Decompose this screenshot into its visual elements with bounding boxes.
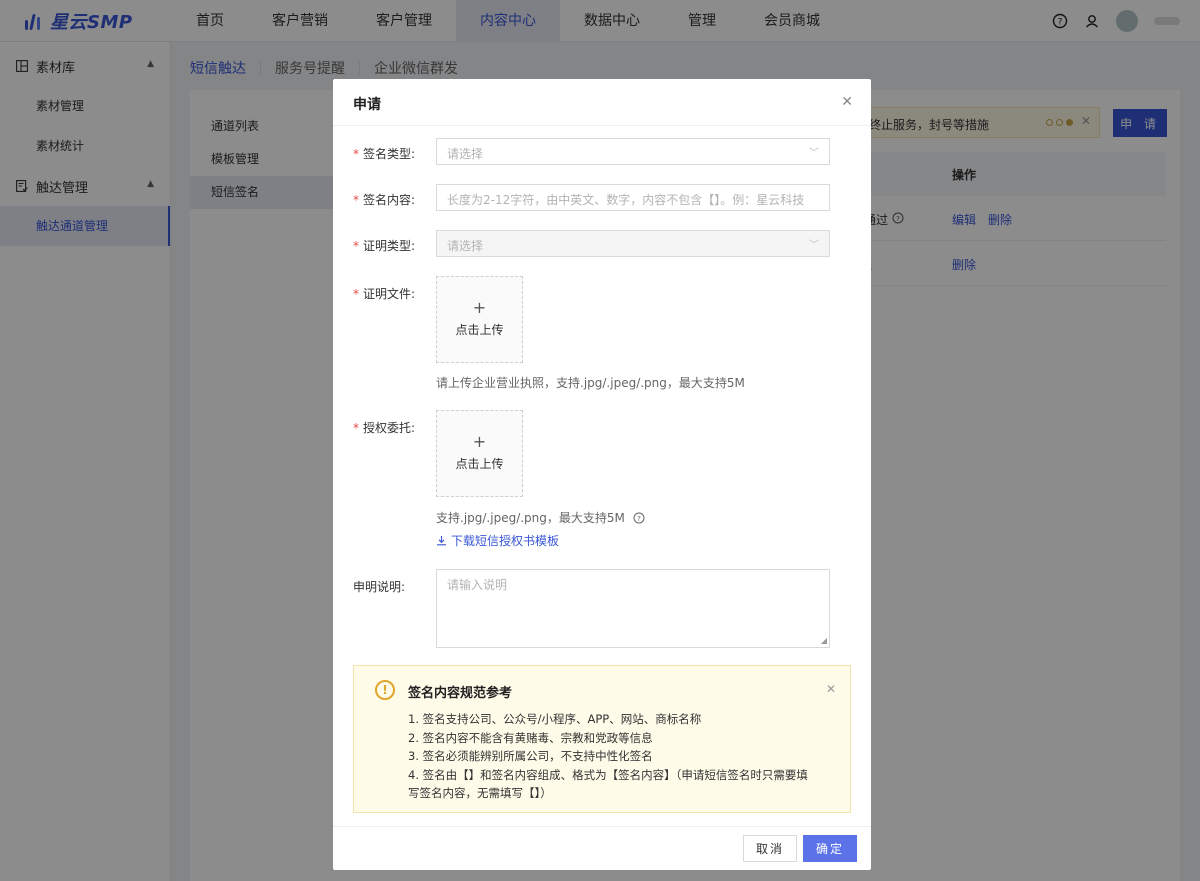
sign-type-placeholder: 请选择: [447, 147, 484, 161]
list-item: 1. 签名支持公司、公众号/小程序、APP、网站、商标名称: [408, 712, 702, 726]
sign-content-placeholder: 长度为2-12字符，由中英文、数字，内容不包含【】。例：星云科技: [447, 193, 805, 207]
download-template-label: 下载短信授权书模板: [451, 534, 560, 548]
chevron-down-icon: ﹀: [809, 240, 819, 251]
guide-title: 签名内容规范参考: [408, 686, 513, 701]
sign-content-label: * 签名内容:: [353, 193, 416, 207]
statement-textarea[interactable]: 请输入说明 ◢: [436, 569, 830, 648]
statement-label: 申明说明:: [353, 580, 406, 594]
signature-guide-alert: ! 签名内容规范参考 ✕ 1. 签名支持公司、公众号/小程序、APP、网站、商标…: [353, 665, 851, 813]
close-icon[interactable]: ✕: [826, 682, 836, 696]
proof-type-placeholder: 请选择: [447, 239, 484, 253]
download-template-link[interactable]: 下载短信授权书模板: [436, 532, 559, 549]
sign-type-label: * 签名类型:: [353, 147, 416, 161]
proof-type-label: * 证明类型:: [353, 239, 416, 253]
help-icon[interactable]: ?: [633, 512, 645, 524]
proof-file-hint: 请上传企业营业执照，支持.jpg/.jpeg/.png，最大支持5M: [436, 376, 745, 390]
authorization-label: * 授权委托:: [353, 421, 416, 435]
list-item: 3. 签名必须能辨别所属公司，不支持中性化签名: [408, 749, 653, 763]
close-icon[interactable]: ✕: [841, 95, 853, 109]
authorization-hint: 支持.jpg/.jpeg/.png，最大支持5M ?: [436, 509, 645, 526]
proof-type-select[interactable]: 请选择 ﹀: [436, 230, 830, 257]
modal-footer: 取消 确定: [333, 826, 871, 870]
plus-icon: +: [472, 432, 487, 451]
guide-list: 1. 签名支持公司、公众号/小程序、APP、网站、商标名称 2. 签名内容不能含…: [408, 710, 808, 803]
chevron-down-icon: ﹀: [809, 148, 819, 159]
list-item: 4. 签名由【】和签名内容组成、格式为【签名内容】（申请短信签名时只需要填写签名…: [408, 767, 808, 801]
resize-handle-icon[interactable]: ◢: [821, 637, 827, 645]
sign-content-input[interactable]: 长度为2-12字符，由中英文、数字，内容不包含【】。例：星云科技: [436, 184, 830, 211]
confirm-button[interactable]: 确定: [803, 835, 857, 862]
proof-file-upload[interactable]: + 点击上传: [436, 276, 523, 363]
apply-signature-modal: 申请 ✕ * 签名类型: 请选择 ﹀ * 签名内容: 长度为2-12字符，由中英文、…: [333, 79, 871, 870]
sign-type-select[interactable]: 请选择 ﹀: [436, 138, 830, 165]
modal-header: 申请 ✕: [333, 79, 871, 126]
modal-title: 申请: [353, 97, 381, 113]
svg-text:?: ?: [637, 515, 641, 523]
download-icon: [437, 536, 446, 546]
plus-icon: +: [472, 298, 487, 317]
list-item: 2. 签名内容不能含有黄赌毒、宗教和党政等信息: [408, 730, 653, 745]
statement-placeholder: 请输入说明: [447, 578, 508, 592]
cancel-button[interactable]: 取消: [743, 835, 797, 862]
upload-label: 点击上传: [455, 323, 504, 337]
proof-file-label: * 证明文件:: [353, 287, 416, 301]
authorization-upload[interactable]: + 点击上传: [436, 410, 523, 497]
warning-icon: !: [375, 680, 395, 700]
upload-label: 点击上传: [455, 457, 504, 471]
